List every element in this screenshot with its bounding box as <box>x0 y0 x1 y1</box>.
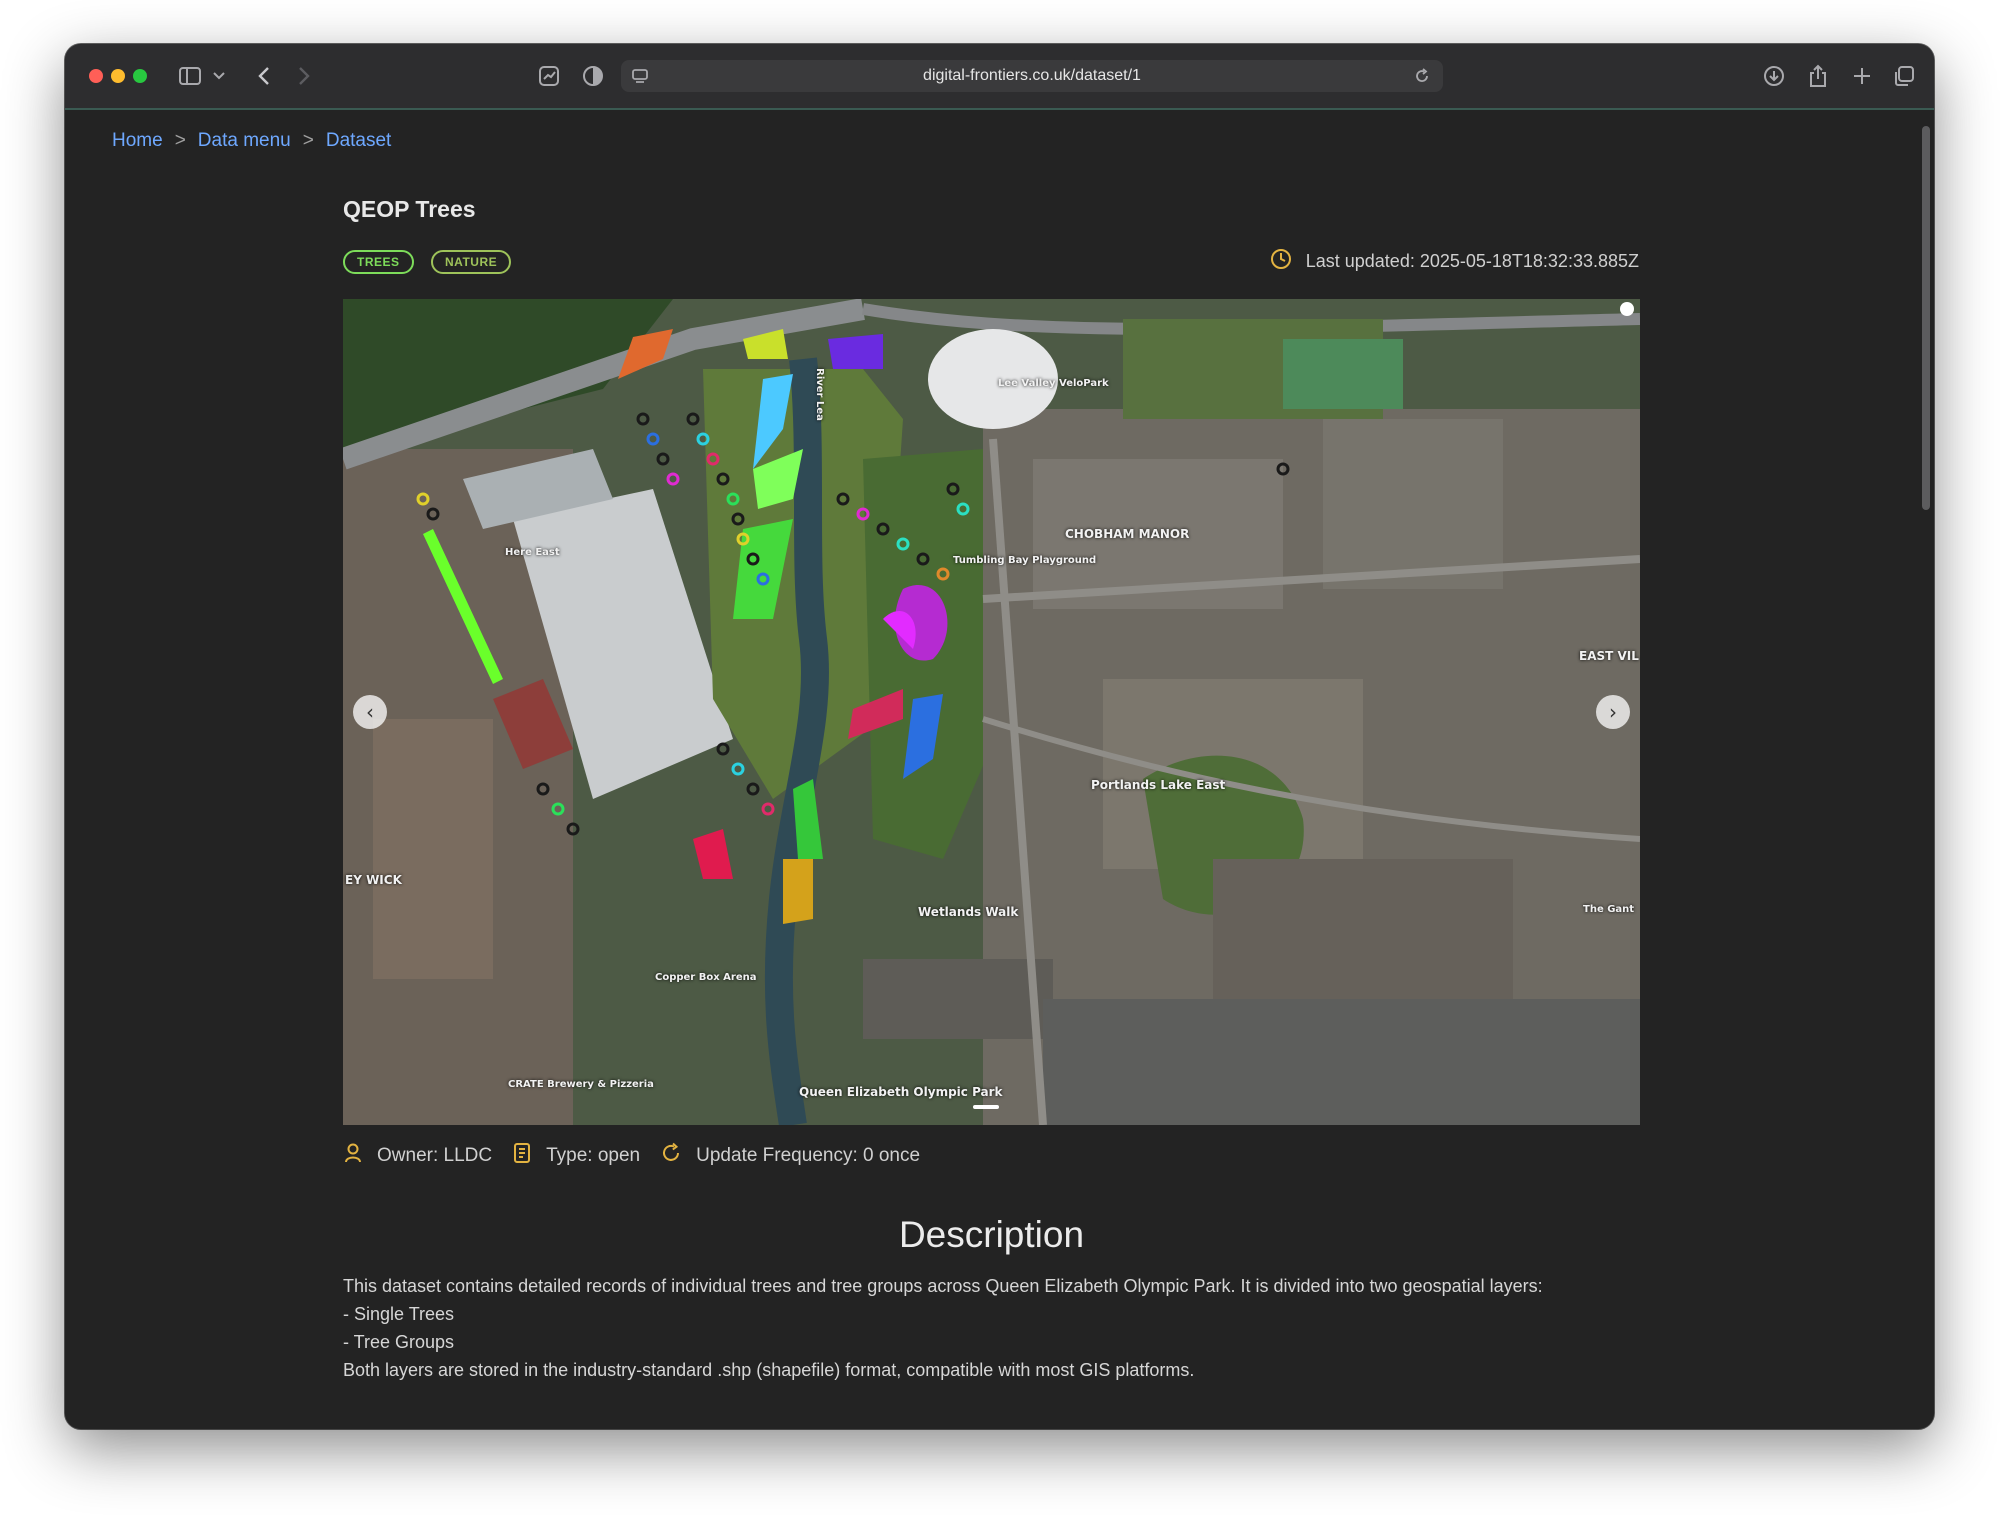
tag-nature[interactable]: NATURE <box>431 250 512 274</box>
browser-toolbar: digital-frontiers.co.uk/dataset/1 <box>65 44 1934 110</box>
new-tab-icon[interactable] <box>1849 60 1875 92</box>
page-title: QEOP Trees <box>343 196 476 222</box>
owner-text: Owner: LLDC <box>377 1145 493 1166</box>
page-content: Home > Data menu > Dataset QEOP Trees TR… <box>65 110 1934 1429</box>
browser-window: digital-frontiers.co.uk/dataset/1 Home >… <box>65 44 1934 1429</box>
update-frequency-text: Update Frequency: 0 once <box>696 1145 921 1166</box>
map-next-button[interactable]: › <box>1596 695 1630 729</box>
description-line: Both layers are stored in the industry-s… <box>343 1360 1195 1380</box>
map-label: Copper Box Arena <box>655 972 757 983</box>
last-updated-text: Last updated: 2025-05-18T18:32:33.885Z <box>1305 251 1639 271</box>
breadcrumb-home[interactable]: Home <box>112 130 163 152</box>
map-label: Wetlands Walk <box>918 905 1019 919</box>
url-text[interactable]: digital-frontiers.co.uk/dataset/1 <box>923 67 1141 85</box>
last-updated: Last updated: 2025-05-18T18:32:33.885Z <box>1270 248 1639 275</box>
breadcrumb: Home > Data menu > Dataset <box>112 130 391 152</box>
minimize-window-button[interactable] <box>111 69 125 83</box>
dataset-meta: Owner: LLDC Type: open Update Frequency:… <box>343 1142 920 1170</box>
description-line: - Tree Groups <box>343 1332 455 1352</box>
user-icon <box>343 1142 363 1170</box>
close-window-button[interactable] <box>89 69 103 83</box>
map-label: Tumbling Bay Playground <box>953 555 1097 566</box>
tab-overview-icon[interactable] <box>1891 60 1917 92</box>
privacy-icon[interactable] <box>581 60 605 92</box>
map-label: EY WICK <box>345 873 402 887</box>
map-label: Here East <box>505 547 560 558</box>
breadcrumb-separator: > <box>174 130 186 151</box>
description-line: - Single Trees <box>343 1304 455 1324</box>
refresh-icon <box>660 1142 682 1170</box>
reload-icon[interactable] <box>1413 67 1431 90</box>
vertical-scrollbar[interactable] <box>1922 126 1930 510</box>
extension-icon[interactable] <box>537 60 561 92</box>
type-text: Type: open <box>546 1145 641 1166</box>
share-icon[interactable] <box>1805 60 1831 92</box>
back-icon[interactable] <box>253 60 275 92</box>
map-label: Portlands Lake East <box>1091 778 1226 792</box>
description-line: This dataset contains detailed records o… <box>343 1276 1543 1296</box>
address-bar[interactable]: digital-frontiers.co.uk/dataset/1 <box>621 60 1443 92</box>
map-label: CHOBHAM MANOR <box>1065 527 1190 541</box>
breadcrumb-dataset[interactable]: Dataset <box>326 130 391 152</box>
forward-icon[interactable] <box>293 60 315 92</box>
breadcrumb-data-menu[interactable]: Data menu <box>198 130 291 152</box>
map-label: The Gant <box>1583 904 1635 915</box>
map-label: Queen Elizabeth Olympic Park <box>799 1085 1003 1099</box>
document-icon <box>512 1142 532 1170</box>
clock-icon <box>1270 248 1292 275</box>
description-body: This dataset contains detailed records o… <box>343 1272 1640 1384</box>
zoom-window-button[interactable] <box>133 69 147 83</box>
page-menu-icon[interactable] <box>631 67 649 90</box>
dataset-map-image: Lee Valley VeloPark River Lea Here East … <box>343 299 1640 1125</box>
map-prev-button[interactable]: ‹ <box>353 695 387 729</box>
download-icon[interactable] <box>1761 60 1787 92</box>
map-label: Lee Valley VeloPark <box>998 378 1109 389</box>
map-label: EAST VIL <box>1579 649 1639 663</box>
map-label: CRATE Brewery & Pizzeria <box>508 1079 654 1090</box>
tag-trees[interactable]: TREES <box>343 250 414 274</box>
description-heading: Description <box>898 1214 1085 1255</box>
sidebar-toggle-icon[interactable] <box>177 60 203 92</box>
chevron-down-icon[interactable] <box>211 60 227 92</box>
map-label: River Lea <box>813 368 825 421</box>
breadcrumb-separator: > <box>302 130 314 151</box>
aerial-map <box>343 299 1640 1125</box>
